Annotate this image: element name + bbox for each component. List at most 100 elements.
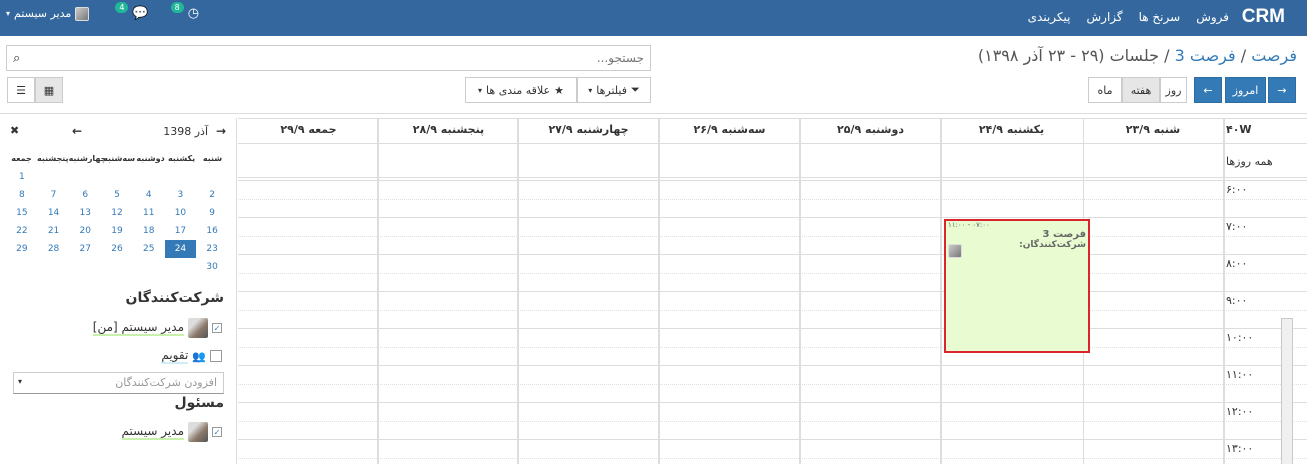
add-attendee-input[interactable]: افزودن شرکت‌کنندگان ▾ (13, 372, 224, 394)
mini-prev-icon[interactable]: ← (72, 124, 82, 138)
attendee-filter-me[interactable]: ✓ مدیر سیستم [من] (92, 318, 222, 338)
mini-day[interactable]: 29 (6, 240, 38, 258)
mini-day[interactable]: 3 (165, 186, 197, 204)
mini-day[interactable]: 27 (69, 240, 101, 258)
mini-day[interactable]: 8 (6, 186, 38, 204)
checkbox[interactable] (210, 350, 222, 362)
checkbox[interactable]: ✓ (212, 427, 222, 437)
user-menu-caret-icon[interactable]: ▾ (6, 9, 10, 18)
mini-day[interactable]: 24 (164, 240, 197, 258)
mini-day[interactable]: 18 (133, 222, 165, 240)
day-header[interactable]: یکشنبه ۲۴/۹ (941, 123, 1082, 136)
breadcrumb-opportunity-3[interactable]: فرصت 3 (1175, 46, 1236, 65)
mini-week-row: 23 24 25 26 27 28 29 (6, 240, 228, 258)
user-avatar[interactable] (75, 6, 90, 21)
day-view-button[interactable]: روز (1160, 77, 1187, 103)
mini-day-empty (196, 168, 228, 186)
previous-button[interactable]: ← (1194, 77, 1222, 103)
favorites-button[interactable]: ▾ علاقه مندی ها ★ (465, 77, 577, 103)
mini-next-icon[interactable]: → (216, 124, 226, 138)
slot-line (238, 420, 1307, 422)
mini-day[interactable]: 14 (38, 204, 70, 222)
mini-day[interactable]: 17 (165, 222, 197, 240)
mini-week-row: 30 (6, 258, 228, 276)
mini-day[interactable]: 23 (196, 240, 228, 258)
mini-day-empty (6, 258, 38, 276)
slot-line (238, 383, 1307, 385)
menu-sales[interactable]: فروش (1196, 10, 1229, 24)
mini-day[interactable]: 20 (69, 222, 101, 240)
day-header[interactable]: دوشنبه ۲۵/۹ (800, 123, 941, 136)
clock-icon[interactable]: ◷ (188, 6, 199, 21)
mini-day[interactable]: 4 (133, 186, 165, 204)
mini-day[interactable]: 5 (101, 186, 133, 204)
menu-reporting[interactable]: گزارش (1087, 10, 1123, 24)
filters-button[interactable]: ▾ فیلترها ⏷ (577, 77, 651, 103)
menu-configuration[interactable]: پیکربندی (1028, 10, 1071, 24)
day-header[interactable]: سه‌شنبه ۲۶/۹ (659, 123, 800, 136)
list-view-button[interactable]: ☰ (7, 77, 35, 103)
weekday-label: سه‌شنبه (103, 154, 136, 163)
chat-icon[interactable]: 💬 (132, 6, 148, 21)
mini-day[interactable]: 28 (38, 240, 70, 258)
mini-day[interactable]: 26 (101, 240, 133, 258)
week-calendar: ۴۰W همه روزها شنبه ۲۳/۹ یکشنبه ۲۴/۹ دوشنبه… (238, 118, 1307, 464)
menu-leads[interactable]: سرنخ ها (1139, 10, 1181, 24)
mini-day[interactable]: 15 (6, 204, 38, 222)
slot-line (238, 402, 1307, 403)
checkbox[interactable]: ✓ (212, 323, 222, 333)
slot-line (238, 235, 1307, 237)
calendar-filter[interactable]: 👥 تقویم (161, 348, 222, 364)
app-brand[interactable]: CRM (1242, 6, 1285, 28)
mini-day[interactable]: 9 (196, 204, 228, 222)
calendar-event[interactable]: ۰۷:۰۰ - ۱۱:۰۰ فرصت 3 شرکت‌کنندگان: (944, 219, 1090, 353)
slot-line (238, 365, 1307, 366)
mini-day[interactable]: 2 (196, 186, 228, 204)
search-icon[interactable]: ⌕ (13, 51, 20, 66)
mini-day[interactable]: 11 (133, 204, 165, 222)
mini-day[interactable]: 19 (101, 222, 133, 240)
slot-line (238, 439, 1307, 440)
calendar-view-button[interactable]: ▦ (35, 77, 63, 103)
day-header[interactable]: جمعه ۲۹/۹ (238, 123, 379, 136)
arrow-left-icon: ← (1203, 83, 1213, 97)
mini-day[interactable]: 1 (6, 168, 38, 186)
mini-calendar-header: → آذر 1398 ← ✖ (6, 124, 228, 140)
mini-day[interactable]: 7 (38, 186, 70, 204)
today-button[interactable]: امروز (1225, 77, 1266, 103)
day-header[interactable]: پنجشنبه ۲۸/۹ (378, 123, 519, 136)
mini-day[interactable]: 30 (196, 258, 228, 276)
week-view-button[interactable]: هفته (1122, 77, 1160, 103)
search-input[interactable] (7, 46, 650, 70)
mini-day[interactable]: 12 (101, 204, 133, 222)
mini-week-row: 1 (6, 168, 228, 186)
event-attendee (948, 244, 962, 258)
responsible-name: مدیر سیستم (121, 424, 184, 440)
day-header[interactable]: شنبه ۲۳/۹ (1083, 123, 1223, 136)
event-attendees-label: شرکت‌کنندگان: (1019, 240, 1086, 250)
day-header[interactable]: چهارشنبه ۲۷/۹ (518, 123, 659, 136)
mini-day[interactable]: 25 (133, 240, 165, 258)
mini-day[interactable]: 16 (196, 222, 228, 240)
time-label: ۹:۰۰ (1226, 294, 1248, 307)
mini-day[interactable]: 22 (6, 222, 38, 240)
next-button[interactable]: → (1268, 77, 1296, 103)
user-name[interactable]: مدیر سیستم (14, 7, 71, 20)
calendar-sidebar: → آذر 1398 ← ✖ شنبه یکشنبه دوشنبه سه‌شنب… (0, 118, 237, 464)
calendar-scrollbar[interactable] (1281, 318, 1293, 464)
mini-day[interactable]: 10 (165, 204, 197, 222)
close-icon[interactable]: ✖ (10, 124, 19, 137)
month-view-button[interactable]: ماه (1088, 77, 1122, 103)
mini-day-empty (38, 258, 70, 276)
responsible-filter[interactable]: ✓ مدیر سیستم (121, 422, 222, 442)
dropdown-caret-icon: ▾ (588, 85, 593, 95)
chevron-down-icon[interactable]: ▾ (18, 377, 22, 386)
weekday-label: پنجشنبه (37, 154, 69, 163)
mini-week-row: 2345678 (6, 186, 228, 204)
breadcrumb-opportunity[interactable]: فرصت (1251, 46, 1297, 65)
mini-day[interactable]: 13 (69, 204, 101, 222)
slot-line (238, 217, 1307, 218)
mini-day[interactable]: 6 (69, 186, 101, 204)
mini-day[interactable]: 21 (38, 222, 70, 240)
attendees-title: شرکت‌کنندگان (125, 290, 224, 306)
